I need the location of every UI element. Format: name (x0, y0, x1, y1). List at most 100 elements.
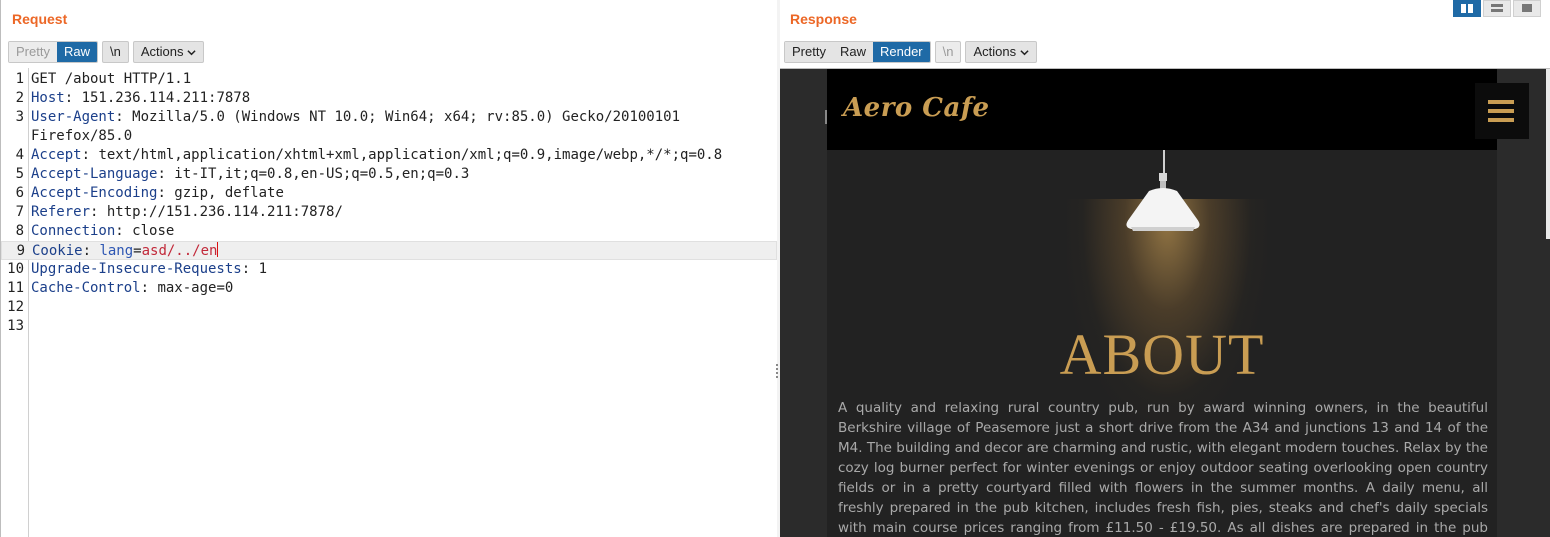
cookie-value: asd/../en (141, 243, 218, 259)
header-value: 151.236.114.211:7878 (81, 90, 251, 106)
layout-single-button[interactable] (1513, 0, 1541, 17)
line-number: 13 (7, 318, 24, 334)
cookie-name: lang (99, 243, 134, 259)
actions-label: Actions (140, 44, 184, 59)
header-line: Accept-Encoding: gzip, deflate (31, 185, 284, 201)
header-line: Upgrade-Insecure-Requests: 1 (31, 261, 268, 277)
response-view-toggle: Pretty Raw Render (784, 41, 931, 63)
line-number: 11 (7, 280, 24, 296)
layout-toggle-group (1453, 0, 1541, 17)
site-brand-logo[interactable]: Aero Cafe (843, 93, 990, 123)
rows-icon (1491, 4, 1503, 12)
header-name: Accept-Language (31, 166, 158, 182)
single-pane-icon (1522, 4, 1532, 12)
header-value: http://151.236.114.211:7878/ (106, 204, 343, 220)
line-number: 12 (7, 299, 24, 315)
line-number: 6 (15, 185, 24, 201)
header-value: max-age=0 (157, 280, 234, 296)
header-name: User-Agent (31, 109, 116, 125)
pendant-lamp-icon (1126, 173, 1200, 231)
header-value: 1 (258, 261, 268, 277)
line-number: 9 (16, 243, 25, 259)
header-value: it-IT,it;q=0.8,en-US;q=0.5,en;q=0.3 (174, 166, 470, 182)
line-number: 10 (7, 261, 24, 277)
header-name: Cache-Control (31, 280, 141, 296)
header-value: text/html,application/xhtml+xml,applicat… (98, 147, 723, 163)
editor-line[interactable]: 10 Upgrade-Insecure-Requests: 1 (1, 260, 777, 279)
editor-line[interactable]: 11 Cache-Control: max-age=0 (1, 279, 777, 298)
header-name: Upgrade-Insecure-Requests (31, 261, 242, 277)
line-number: 5 (15, 166, 24, 182)
header-line: Accept-Language: it-IT,it;q=0.8,en-US;q=… (31, 166, 470, 182)
hamburger-menu-button[interactable] (1475, 83, 1529, 139)
editor-line[interactable]: 8 Connection: close (1, 222, 777, 241)
about-heading: ABOUT (1059, 322, 1265, 387)
newline-toggle-button[interactable]: \n (101, 41, 129, 63)
request-editor[interactable]: 1 GET /about HTTP/1.1 2 Host: 151.236.11… (1, 68, 778, 537)
line-number: 4 (15, 147, 24, 163)
header-line-continuation: Firefox/85.0 (31, 127, 132, 146)
line-number: 2 (15, 90, 24, 106)
editor-line[interactable]: 4 Accept: text/html,application/xhtml+xm… (1, 146, 777, 165)
editor-line[interactable]: 12 (1, 298, 777, 317)
editor-line[interactable]: 1 GET /about HTTP/1.1 (1, 70, 777, 89)
actions-menu-button[interactable]: Actions (132, 41, 205, 63)
line-number: 7 (15, 204, 24, 220)
newline-toggle-button[interactable]: \n (934, 41, 962, 63)
line-number: 8 (15, 223, 24, 239)
request-view-toggle: Pretty Raw (8, 41, 98, 63)
request-pane: Request Pretty Raw \n Actions 1 GET /abo… (0, 0, 777, 537)
raw-button[interactable]: Raw (56, 42, 97, 62)
editor-line-wrapped[interactable]: Firefox/85.0 (1, 127, 777, 146)
splitter-grip-icon[interactable] (776, 364, 779, 380)
header-value: gzip, deflate (174, 185, 284, 201)
vertical-scrollbar[interactable] (1546, 69, 1550, 239)
header-line: Referer: http://151.236.114.211:7878/ (31, 204, 343, 220)
chevron-down-icon (187, 49, 197, 55)
layout-side-by-side-button[interactable] (1453, 0, 1481, 17)
header-value: close (132, 223, 175, 239)
actions-label: Actions (973, 44, 1017, 59)
header-name: Connection (31, 223, 116, 239)
render-button[interactable]: Render (872, 42, 930, 62)
cookie-header-line: Cookie: lang=asd/../en (32, 242, 219, 259)
editor-line[interactable]: 13 (1, 317, 777, 336)
response-title: Response (790, 11, 857, 27)
line-number: 3 (15, 109, 24, 125)
pretty-button[interactable]: Pretty (9, 42, 57, 62)
about-paragraph: A quality and relaxing rural country pub… (838, 400, 1488, 536)
header-line: Cache-Control: max-age=0 (31, 280, 234, 296)
editor-line[interactable]: 3 User-Agent: Mozilla/5.0 (Windows NT 10… (1, 108, 777, 127)
rendered-response-view[interactable]: Aero Cafe ABOUT A quality and relaxing r… (780, 68, 1550, 537)
header-line: Host: 151.236.114.211:7878 (31, 90, 251, 106)
actions-menu-button[interactable]: Actions (965, 41, 1038, 63)
header-name: Referer (31, 204, 91, 220)
raw-button[interactable]: Raw (832, 42, 873, 62)
header-name: Host (31, 90, 65, 106)
header-name: Accept (31, 147, 82, 163)
header-line: Connection: close (31, 223, 175, 239)
header-line: Accept: text/html,application/xhtml+xml,… (31, 147, 723, 163)
chevron-down-icon (1020, 49, 1029, 55)
header-name: Cookie (32, 243, 83, 259)
request-line: GET /about HTTP/1.1 (31, 71, 192, 87)
hamburger-icon (1488, 100, 1514, 122)
columns-icon (1461, 4, 1473, 13)
request-title: Request (12, 11, 68, 27)
pretty-button[interactable]: Pretty (785, 42, 833, 62)
lamp-light-glow (1067, 199, 1267, 429)
editor-line[interactable]: 7 Referer: http://151.236.114.211:7878/ (1, 203, 777, 222)
header-value: Firefox/85.0 (31, 128, 133, 144)
editor-line[interactable]: 6 Accept-Encoding: gzip, deflate (1, 184, 777, 203)
editor-line-current[interactable]: 9 Cookie: lang=asd/../en (1, 241, 777, 260)
response-pane: Response Pretty Raw Render \n Actions Ae… (780, 0, 1550, 537)
editor-line[interactable]: 5 Accept-Language: it-IT,it;q=0.8,en-US;… (1, 165, 777, 184)
header-line: User-Agent: Mozilla/5.0 (Windows NT 10.0… (31, 109, 681, 125)
layout-stacked-button[interactable] (1483, 0, 1511, 17)
header-value: Mozilla/5.0 (Windows NT 10.0; Win64; x64… (132, 109, 681, 125)
header-name: Accept-Encoding (31, 185, 158, 201)
line-number: 1 (15, 71, 24, 87)
rendered-page: Aero Cafe ABOUT A quality and relaxing r… (827, 69, 1497, 537)
editor-line[interactable]: 2 Host: 151.236.114.211:7878 (1, 89, 777, 108)
request-toolbar: Pretty Raw \n Actions (8, 41, 205, 63)
